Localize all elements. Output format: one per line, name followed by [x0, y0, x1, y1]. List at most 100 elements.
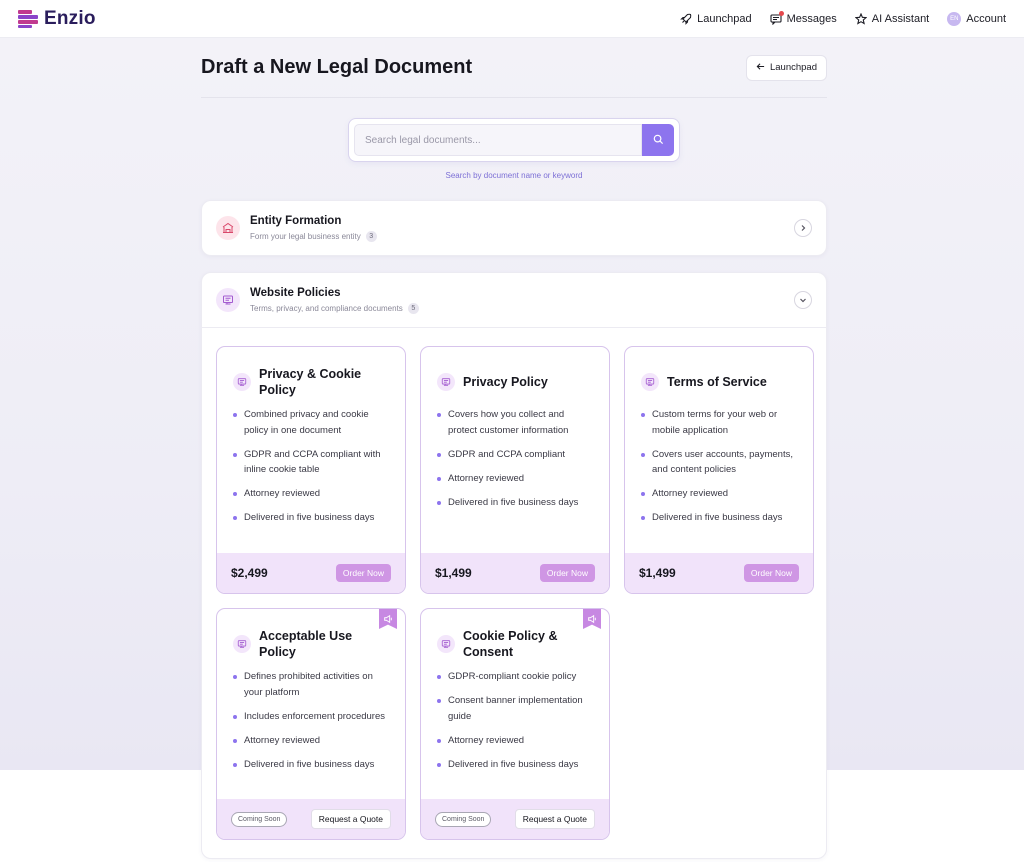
document-card-privacy-policy[interactable]: Privacy Policy Covers how you collect an… [420, 346, 610, 594]
nav-account[interactable]: EN Account [947, 11, 1006, 26]
messages-icon [770, 10, 784, 25]
bullet-icon [437, 476, 441, 481]
chevron-down-icon [799, 291, 807, 309]
feature-text: Includes enforcement procedures [244, 710, 385, 722]
card-header: Acceptable Use Policy [217, 609, 405, 661]
feature-item: Defines prohibited activities on your pl… [233, 669, 391, 700]
card-title: Cookie Policy & Consent [463, 629, 558, 659]
brand-name: Enzio [44, 7, 96, 29]
request-quote-button[interactable]: Request a Quote [514, 809, 595, 829]
brand-logo[interactable]: Enzio [18, 8, 96, 30]
search-icon [653, 133, 664, 148]
building-icon [216, 216, 240, 240]
bullet-icon [233, 675, 237, 679]
bullet-icon [233, 516, 237, 520]
page-header: Draft a New Legal Document Launchpad [201, 38, 827, 98]
monitor-icon [216, 288, 240, 312]
feature-item: Covers how you collect and protect custo… [437, 407, 595, 438]
feature-text: Attorney reviewed [652, 488, 729, 499]
document-list: Privacy & Cookie Policy Combined privacy… [202, 327, 826, 858]
nav-ai-assistant[interactable]: AI Assistant [854, 12, 929, 25]
feature-text: Combined privacy and cookie policy in on… [244, 409, 369, 436]
feature-item: Delivered in five business days [233, 510, 391, 526]
feature-item: Covers user accounts, payments, and cont… [641, 447, 799, 478]
feature-item: Delivered in five business days [233, 757, 391, 773]
nav-account-label: Account [966, 12, 1006, 25]
feature-item: Delivered in five business days [641, 510, 799, 526]
bullet-icon [641, 413, 645, 417]
feature-text: Attorney reviewed [448, 472, 525, 484]
feature-item: Attorney reviewed [233, 486, 391, 502]
feature-list: Defines prohibited activities on your pl… [217, 661, 405, 799]
feature-list: Covers how you collect and protect custo… [421, 399, 609, 553]
card-footer: $2,499 Order Now [217, 553, 405, 593]
category-header[interactable]: Entity Formation Form your legal busines… [202, 201, 826, 255]
feature-text: GDPR-compliant cookie policy [448, 671, 577, 682]
coming-soon-badge: Coming Soon [435, 811, 492, 827]
bullet-icon [641, 452, 645, 457]
feature-item: Delivered in five business days [437, 757, 595, 773]
feature-text: Custom terms for your web or mobile appl… [652, 409, 778, 436]
card-footer: $1,499 Order Now [625, 553, 813, 593]
feature-item: Combined privacy and cookie policy in on… [233, 407, 391, 438]
category-title: Website Policies [250, 286, 341, 299]
order-now-button[interactable]: Order Now [743, 564, 799, 582]
bullet-icon [233, 762, 237, 767]
chevron-right-icon [799, 219, 807, 237]
category-header[interactable]: Website Policies Terms, privacy, and com… [202, 273, 826, 327]
category-subtitle: Form your legal business entity 3 [250, 230, 377, 242]
feature-list: Combined privacy and cookie policy in on… [217, 399, 405, 553]
feature-item: GDPR and CCPA compliant [437, 447, 595, 463]
bullet-icon [233, 492, 237, 496]
nav-launchpad[interactable]: Launchpad [680, 12, 752, 25]
collapse-button[interactable] [794, 291, 812, 309]
card-title: Acceptable Use Policy [259, 629, 353, 659]
bullet-icon [437, 413, 441, 417]
feature-text: Attorney reviewed [448, 734, 525, 746]
price: $1,499 [435, 566, 472, 580]
document-card-privacy-cookie-policy[interactable]: Privacy & Cookie Policy Combined privacy… [216, 346, 406, 594]
card-header: Cookie Policy & Consent [421, 609, 609, 661]
feature-item: Attorney reviewed [641, 486, 799, 502]
nav-messages[interactable]: Messages [770, 10, 837, 25]
category-subtitle: Terms, privacy, and compliance documents… [250, 302, 419, 314]
bullet-icon [233, 413, 237, 417]
price: $1,499 [639, 566, 676, 580]
nav-launchpad-label: Launchpad [697, 12, 752, 25]
expand-button[interactable] [794, 219, 812, 237]
feature-text: Delivered in five business days [244, 512, 375, 523]
card-title: Terms of Service [667, 375, 767, 389]
document-icon [437, 635, 455, 653]
feature-text: Delivered in five business days [448, 758, 579, 770]
rocket-icon [680, 13, 692, 25]
search-input[interactable] [354, 124, 642, 156]
document-card-terms-of-service[interactable]: Terms of Service Custom terms for your w… [624, 346, 814, 594]
feature-text: Delivered in five business days [448, 496, 579, 508]
document-icon [233, 635, 251, 653]
category-text: Entity Formation Form your legal busines… [250, 215, 377, 242]
feature-item: Attorney reviewed [437, 471, 595, 487]
feature-item: Includes enforcement procedures [233, 709, 391, 725]
document-card-acceptable-use-policy[interactable]: Acceptable Use Policy Defines prohibited… [216, 608, 406, 840]
main-nav: Launchpad Messages AI Assistant EN Accou… [680, 10, 1006, 26]
feature-text: Delivered in five business days [652, 512, 783, 523]
request-quote-button[interactable]: Request a Quote [310, 809, 391, 829]
card-header: Privacy & Cookie Policy [217, 347, 405, 399]
bullet-icon [437, 699, 441, 703]
bullet-icon [437, 738, 441, 743]
order-now-button[interactable]: Order Now [335, 564, 391, 582]
nav-messages-label: Messages [786, 12, 837, 25]
unread-dot [778, 10, 784, 16]
search-hint: Search by document name or keyword [445, 171, 583, 180]
main-content: Draft a New Legal Document Launchpad Sea… [201, 38, 827, 859]
document-card-cookie-policy-consent[interactable]: Cookie Policy & Consent GDPR-compliant c… [420, 608, 610, 840]
back-to-launchpad-button[interactable]: Launchpad [745, 54, 827, 81]
price: $2,499 [231, 566, 268, 580]
bullet-icon [233, 714, 237, 719]
order-now-button[interactable]: Order Now [539, 564, 595, 582]
feature-list: Custom terms for your web or mobile appl… [625, 399, 813, 553]
bullet-icon [437, 452, 441, 457]
search-button[interactable] [642, 124, 674, 156]
document-icon [641, 373, 659, 391]
bullet-icon [641, 492, 645, 496]
